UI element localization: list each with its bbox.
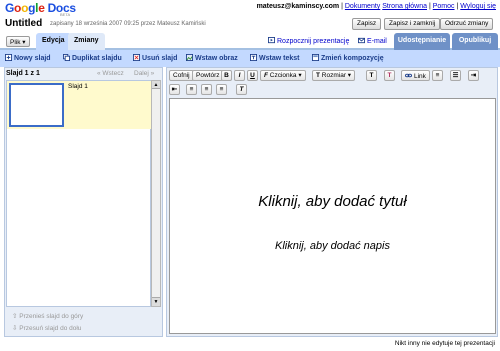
link-label: Link xyxy=(414,73,426,80)
duplicate-slide-label: Duplikat slajdu xyxy=(72,55,122,62)
envelope-icon xyxy=(358,37,365,44)
chevron-down-icon: ▾ xyxy=(296,72,302,79)
link-button[interactable]: Link xyxy=(401,70,430,81)
presentation-icon xyxy=(268,37,275,44)
bold-button[interactable]: B xyxy=(221,70,232,81)
start-presentation-link[interactable]: Rozpocznij prezentację xyxy=(268,37,349,45)
insert-text-button[interactable]: Wstaw tekst xyxy=(250,54,299,62)
align-center-icon[interactable]: ≡ xyxy=(201,84,212,95)
image-icon xyxy=(186,54,193,61)
font-dropdown[interactable]: F Czcionka ▾ xyxy=(260,70,306,81)
layout-icon xyxy=(312,54,319,61)
discard-changes-button[interactable]: Odrzuć zmiany xyxy=(440,18,494,30)
italic-button[interactable]: I xyxy=(234,70,245,81)
move-slide-down-label: Przesuń slajd do dołu xyxy=(19,325,82,332)
undo-button[interactable]: Cofnij xyxy=(169,70,194,81)
change-layout-label: Zmień kompozycję xyxy=(321,55,384,62)
new-slide-icon xyxy=(5,54,12,61)
tab-edit[interactable]: Edycja xyxy=(36,33,71,50)
title-placeholder[interactable]: Kliknij, aby dodać tytuł xyxy=(169,193,496,210)
start-presentation-label: Rozpocznij prezentację xyxy=(277,38,350,45)
separator: | xyxy=(341,3,343,10)
duplicate-slide-button[interactable]: Duplikat slajdu xyxy=(63,54,122,62)
numbered-list-icon[interactable]: ≡ xyxy=(432,70,443,81)
publish-tab[interactable]: Opublikuj xyxy=(452,33,498,50)
separator: | xyxy=(456,3,459,10)
document-title[interactable]: Untitled xyxy=(5,18,42,29)
new-slide-button[interactable]: Nowy slajd xyxy=(5,54,51,62)
collaboration-status: Nikt inny nie edytuje tej prezentacji xyxy=(394,340,495,347)
insert-image-button[interactable]: Wstaw obraz xyxy=(186,54,238,62)
save-button[interactable]: Zapisz xyxy=(352,18,382,30)
separator: | xyxy=(428,3,431,10)
outdent-icon[interactable]: ⇤ xyxy=(169,84,180,95)
redo-button[interactable]: Powtórz xyxy=(192,70,224,81)
save-status: zapisany 18 września 2007 09:25 przez Ma… xyxy=(50,21,206,27)
duplicate-icon xyxy=(63,54,70,61)
logo-letter: e xyxy=(38,1,45,15)
tab-changes[interactable]: Zmiany xyxy=(68,33,105,50)
indent-icon[interactable]: ⇥ xyxy=(468,70,479,81)
slide-canvas[interactable] xyxy=(169,98,496,334)
size-dropdown[interactable]: T Rozmiar ▾ xyxy=(312,70,356,81)
size-dropdown-label: Rozmiar xyxy=(321,72,346,79)
clear-formatting-icon[interactable]: T xyxy=(236,84,247,95)
save-and-close-button[interactable]: Zapisz i zamknij xyxy=(384,18,441,30)
next-slide-link[interactable]: Dalej » xyxy=(134,70,154,77)
chevron-down-icon: ▾ xyxy=(345,72,352,79)
link-sign-out[interactable]: Wyloguj się xyxy=(460,3,496,10)
previous-slide-link[interactable]: « Wstecz xyxy=(97,70,124,77)
text-box-icon xyxy=(250,54,257,61)
insert-text-label: Wstaw tekst xyxy=(259,55,300,62)
slide-list-scrollbar[interactable] xyxy=(151,80,161,307)
delete-slide-button[interactable]: Usuń slajd xyxy=(133,54,177,62)
beta-label: BETA xyxy=(60,12,71,17)
move-slide-up-label: Przenieś slajd do góry xyxy=(19,313,84,320)
user-email: mateusz@kaminscy.com xyxy=(256,3,340,10)
change-layout-button[interactable]: Zmień kompozycję xyxy=(312,54,384,62)
underline-button[interactable]: U xyxy=(247,70,258,81)
slide-counter: Slajd 1 z 1 xyxy=(6,70,40,77)
email-link[interactable]: E-mail xyxy=(358,37,387,45)
share-tab[interactable]: Udostępnianie xyxy=(394,33,450,50)
bulleted-list-icon[interactable]: ☰ xyxy=(450,70,461,81)
email-label: E-mail xyxy=(367,38,387,45)
link-documents[interactable]: Dokumenty xyxy=(345,3,380,10)
file-menu-button[interactable]: Plik ▾ xyxy=(6,36,30,47)
link-help[interactable]: Pomoc xyxy=(433,3,455,10)
subtitle-placeholder[interactable]: Kliknij, aby dodać napis xyxy=(169,240,496,252)
insert-image-label: Wstaw obraz xyxy=(195,55,238,62)
scroll-down-arrow-icon[interactable]: ▼ xyxy=(152,297,160,306)
text-color-icon[interactable]: T xyxy=(366,70,377,81)
slide-thumbnail[interactable] xyxy=(9,83,64,127)
move-slide-down-button[interactable]: ⇩ Przesuń slajd do dołu xyxy=(12,324,81,332)
slide-label: Slajd 1 xyxy=(68,83,88,90)
delete-icon xyxy=(133,54,140,61)
scroll-up-arrow-icon[interactable]: ▲ xyxy=(152,81,160,89)
highlight-color-icon[interactable]: T xyxy=(384,70,395,81)
delete-slide-label: Usuń slajd xyxy=(142,55,178,62)
font-dropdown-label: Czcionka xyxy=(269,72,297,79)
move-slide-up-button[interactable]: ⇧ Przenieś slajd do góry xyxy=(12,312,83,320)
link-home[interactable]: Strona główna xyxy=(382,3,427,10)
align-left-icon[interactable]: ≡ xyxy=(186,84,197,95)
new-slide-label: Nowy slajd xyxy=(14,55,51,62)
account-links: mateusz@kaminscy.com | Dokumenty Strona … xyxy=(257,3,496,10)
link-icon xyxy=(405,73,412,78)
logo-letter: G xyxy=(5,1,15,15)
align-right-icon[interactable]: ≡ xyxy=(216,84,227,95)
